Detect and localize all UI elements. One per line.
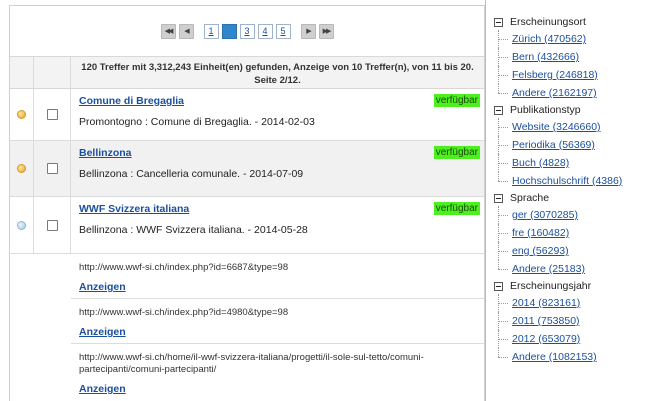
list-item: Zürich (470562): [498, 30, 646, 48]
facet-title: Erscheinungsort: [510, 16, 586, 28]
availability-badge: verfügbar: [433, 94, 480, 107]
online-link-row: http://www.wwf-si.ch/index.php?id=6687&t…: [71, 254, 484, 299]
facet-title: Sprache: [510, 192, 550, 204]
record-description: Bellinzona : WWF Svizzera italiana. - 20…: [79, 224, 308, 236]
collapse-icon[interactable]: [494, 105, 503, 115]
pagination: ◀◀ ◀ 1 2 3 4 5 ▶ ▶▶: [10, 6, 484, 56]
facet-link[interactable]: ger (3070285): [512, 209, 578, 221]
page-4-button[interactable]: 4: [257, 23, 273, 39]
list-item: fre (160482): [498, 224, 646, 242]
record-description: Bellinzona : Cancelleria comunale. - 201…: [79, 168, 304, 180]
link-url: http://www.wwf-si.ch/index.php?id=4980&t…: [79, 307, 289, 318]
online-link-row: http://www.wwf-si.ch/index.php?id=4980&t…: [71, 299, 484, 344]
first-page-button[interactable]: ◀◀: [160, 23, 176, 39]
prev-page-button[interactable]: ◀: [178, 23, 194, 39]
list-item: 2012 (653079): [498, 330, 646, 348]
availability-badge: verfügbar: [433, 146, 480, 159]
facet-list: Website (3246660) Periodika (56369) Buch…: [498, 118, 646, 190]
facet-header[interactable]: Erscheinungsort: [494, 14, 646, 30]
record-title-link[interactable]: Comune di Bregaglia: [79, 95, 476, 107]
list-item: Website (3246660): [498, 118, 646, 136]
page-1-button[interactable]: 1: [203, 23, 219, 39]
list-item: 2011 (753850): [498, 312, 646, 330]
facet-header[interactable]: Erscheinungsjahr: [494, 278, 646, 294]
facet-link[interactable]: Hochschulschrift (4386): [512, 175, 622, 187]
table-row: WWF Svizzera italiana verfügbar Bellinzo…: [10, 197, 484, 254]
facet-link[interactable]: Zürich (470562): [512, 33, 586, 45]
select-checkbox[interactable]: [46, 219, 58, 231]
yellow-dot-icon: [17, 164, 26, 173]
facet-list: 2014 (823161) 2011 (753850) 2012 (653079…: [498, 294, 646, 366]
facet-header[interactable]: Publikationstyp: [494, 102, 646, 118]
record-description: Promontogno : Comune di Bregaglia. - 201…: [79, 116, 315, 128]
facet-link[interactable]: Andere (25183): [512, 263, 585, 275]
list-item: Periodika (56369): [498, 136, 646, 154]
list-item: Bern (432666): [498, 48, 646, 66]
list-item: ger (3070285): [498, 206, 646, 224]
show-link[interactable]: Anzeigen: [79, 326, 476, 338]
link-url: http://www.wwf-si.ch/home/il-wwf-svizzer…: [79, 352, 424, 375]
facet-link[interactable]: Andere (2162197): [512, 87, 597, 99]
availability-badge: verfügbar: [433, 202, 480, 215]
facet-list: Zürich (470562) Bern (432666) Felsberg (…: [498, 30, 646, 102]
show-link[interactable]: Anzeigen: [79, 383, 476, 395]
facet-list: ger (3070285) fre (160482) eng (56293) A…: [498, 206, 646, 278]
list-item: Andere (25183): [498, 260, 646, 278]
list-item: Buch (4828): [498, 154, 646, 172]
facet-link[interactable]: Andere (1082153): [512, 351, 597, 363]
facet-link[interactable]: Website (3246660): [512, 121, 601, 133]
facet-title: Publikationstyp: [510, 104, 581, 116]
facet-link[interactable]: Bern (432666): [512, 51, 579, 63]
list-item: eng (56293): [498, 242, 646, 260]
results-panel: ◀◀ ◀ 1 2 3 4 5 ▶ ▶▶ 120 Treffer mit 3,31…: [9, 5, 485, 401]
facet-link[interactable]: Periodika (56369): [512, 139, 595, 151]
facet-link[interactable]: fre (160482): [512, 227, 569, 239]
facet-sidebar: Erscheinungsort Zürich (470562) Bern (43…: [485, 0, 646, 401]
select-checkbox[interactable]: [46, 109, 58, 120]
facet-link[interactable]: 2012 (653079): [512, 333, 580, 345]
facet-link[interactable]: Buch (4828): [512, 157, 569, 169]
results-summary: 120 Treffer mit 3,312,243 Einheit(en) ge…: [81, 62, 474, 86]
yellow-dot-icon: [17, 110, 26, 119]
collapse-icon[interactable]: [494, 281, 503, 291]
table-row: Bellinzona verfügbar Bellinzona : Cancel…: [10, 141, 484, 197]
list-item: Hochschulschrift (4386): [498, 172, 646, 190]
last-page-button[interactable]: ▶▶: [318, 23, 334, 39]
list-item: 2014 (823161): [498, 294, 646, 312]
collapse-icon[interactable]: [494, 17, 503, 27]
facet-link[interactable]: 2014 (823161): [512, 297, 580, 309]
list-item: Felsberg (246818): [498, 66, 646, 84]
facet-title: Erscheinungsjahr: [510, 280, 592, 292]
page-2-button[interactable]: 2: [221, 23, 237, 39]
online-link-row: http://www.wwf-si.ch/home/il-wwf-svizzer…: [71, 344, 484, 400]
facet-header[interactable]: Sprache: [494, 190, 646, 206]
collapse-icon[interactable]: [494, 193, 503, 203]
table-row: Comune di Bregaglia verfügbar Promontogn…: [10, 89, 484, 141]
select-checkbox[interactable]: [46, 163, 58, 174]
page-3-button[interactable]: 3: [239, 23, 255, 39]
blue-dot-icon: [17, 220, 26, 230]
show-link[interactable]: Anzeigen: [79, 281, 476, 293]
list-item: Andere (1082153): [498, 348, 646, 366]
record-title-link[interactable]: Bellinzona: [79, 147, 476, 159]
facet-link[interactable]: 2011 (753850): [512, 315, 580, 327]
facet-link[interactable]: Felsberg (246818): [512, 69, 598, 81]
facet-link[interactable]: eng (56293): [512, 245, 569, 257]
record-title-link[interactable]: WWF Svizzera italiana: [79, 203, 476, 215]
page-5-button[interactable]: 5: [275, 23, 291, 39]
link-url: http://www.wwf-si.ch/index.php?id=6687&t…: [79, 262, 289, 273]
next-page-button[interactable]: ▶: [300, 23, 316, 39]
results-summary-row: 120 Treffer mit 3,312,243 Einheit(en) ge…: [10, 56, 484, 89]
list-item: Andere (2162197): [498, 84, 646, 102]
